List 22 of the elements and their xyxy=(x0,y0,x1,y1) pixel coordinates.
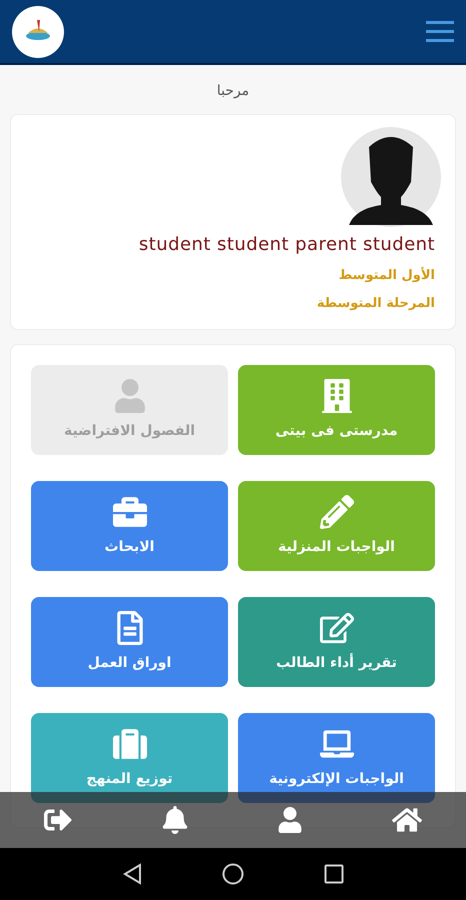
menu-tile[interactable]: اوراق العمل xyxy=(31,597,228,687)
recents-icon[interactable] xyxy=(324,864,344,884)
menu-tile[interactable]: تقرير أداء الطالب xyxy=(238,597,435,687)
edit-icon xyxy=(320,610,354,644)
pencil-icon xyxy=(320,494,354,528)
user-icon[interactable] xyxy=(277,807,304,833)
student-name: student student parent student xyxy=(138,233,435,257)
back-icon[interactable] xyxy=(122,863,142,885)
home-circle-icon[interactable] xyxy=(222,863,244,885)
briefcase-icon xyxy=(112,494,146,528)
building-icon xyxy=(320,378,354,412)
greeting: مرحبا xyxy=(216,82,250,101)
menu-icon[interactable] xyxy=(426,18,454,44)
menu-tile[interactable]: الواجبات المنزلية xyxy=(238,481,435,571)
menu-tile[interactable]: مدرستى فى بيتى xyxy=(238,365,435,455)
grade-label: الأول المتوسط xyxy=(338,266,435,285)
menu-tile[interactable]: الابحاث xyxy=(31,481,228,571)
bell-icon[interactable] xyxy=(160,806,189,834)
user-icon xyxy=(112,378,146,412)
suitcase-icon xyxy=(112,726,146,760)
stage-label: المرحلة المتوسطة xyxy=(316,294,435,312)
logo xyxy=(12,6,64,58)
